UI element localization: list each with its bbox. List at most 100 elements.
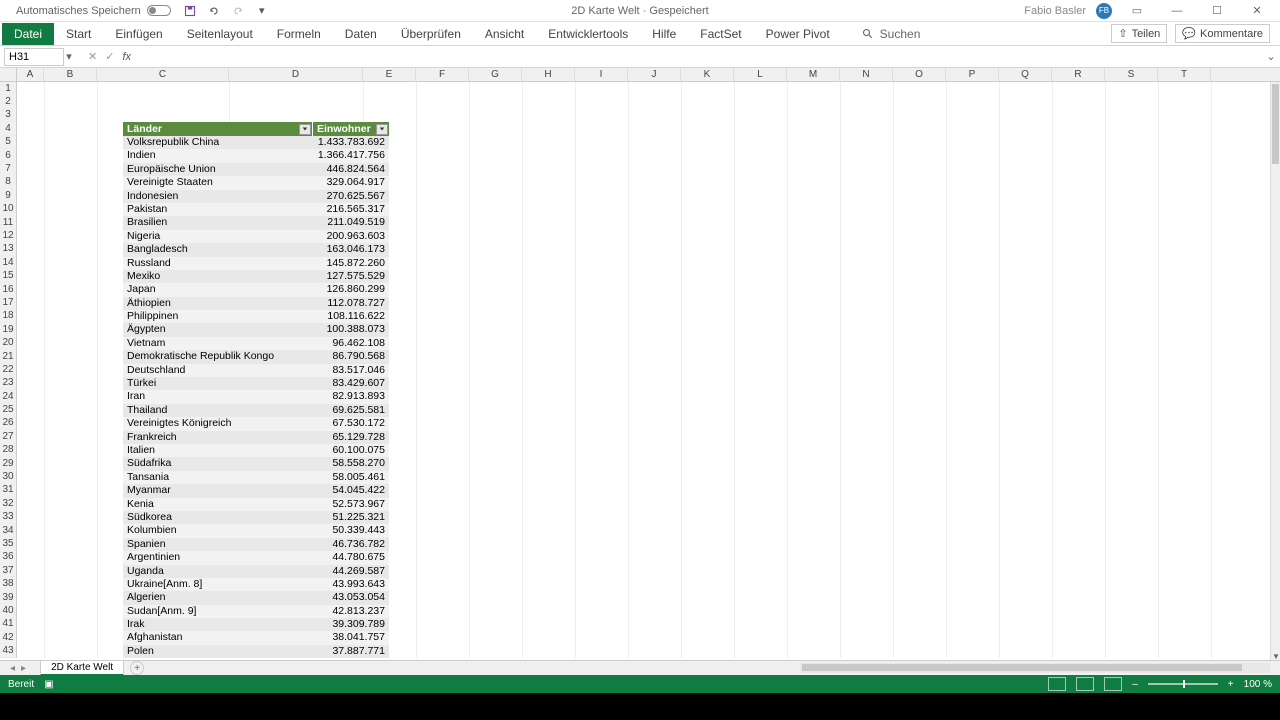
cell-country[interactable]: Frankreich	[123, 431, 313, 444]
row-header-27[interactable]: 27	[0, 430, 17, 443]
cell-population[interactable]: 43.053.054	[313, 591, 389, 604]
cell-population[interactable]: 100.388.073	[313, 323, 389, 336]
sheet-next-icon[interactable]: ▸	[21, 663, 26, 674]
cell-population[interactable]: 83.517.046	[313, 364, 389, 377]
row-header-6[interactable]: 6	[0, 149, 17, 162]
cell-country[interactable]: Europäische Union	[123, 163, 313, 176]
table-row[interactable]: Vereinigtes Königreich67.530.172	[123, 417, 389, 430]
column-header-N[interactable]: N	[840, 68, 893, 81]
cell-population[interactable]: 112.078.727	[313, 297, 389, 310]
column-header-K[interactable]: K	[681, 68, 734, 81]
table-row[interactable]: Kenia52.573.967	[123, 498, 389, 511]
cell-country[interactable]: Polen	[123, 645, 313, 658]
table-row[interactable]: Kolumbien50.339.443	[123, 524, 389, 537]
cancel-formula-icon[interactable]: ✕	[88, 50, 97, 63]
table-row[interactable]: Brasilien211.049.519	[123, 216, 389, 229]
qat-customize-icon[interactable]: ▾	[255, 4, 269, 18]
table-row[interactable]: Frankreich65.129.728	[123, 431, 389, 444]
cell-country[interactable]: Kenia	[123, 498, 313, 511]
table-row[interactable]: Algerien43.053.054	[123, 591, 389, 604]
accept-formula-icon[interactable]: ✓	[105, 50, 114, 63]
table-row[interactable]: Europäische Union446.824.564	[123, 163, 389, 176]
comments-button[interactable]: 💬Kommentare	[1175, 24, 1270, 43]
column-header-I[interactable]: I	[575, 68, 628, 81]
table-row[interactable]: Argentinien44.780.675	[123, 551, 389, 564]
fx-label[interactable]: fx	[122, 51, 131, 63]
zoom-level[interactable]: 100 %	[1244, 679, 1272, 690]
row-header-32[interactable]: 32	[0, 497, 17, 510]
row-header-20[interactable]: 20	[0, 336, 17, 349]
cell-country[interactable]: Vereinigtes Königreich	[123, 417, 313, 430]
tab-einfügen[interactable]: Einfügen	[103, 23, 174, 45]
cell-population[interactable]: 69.625.581	[313, 404, 389, 417]
column-header-P[interactable]: P	[946, 68, 999, 81]
column-header-M[interactable]: M	[787, 68, 840, 81]
table-row[interactable]: Sudan[Anm. 9]42.813.237	[123, 605, 389, 618]
normal-view-button[interactable]	[1048, 677, 1066, 691]
row-header-31[interactable]: 31	[0, 484, 17, 497]
table-row[interactable]: Südkorea51.225.321	[123, 511, 389, 524]
vertical-scrollbar[interactable]: ▲ ▼	[1270, 82, 1280, 660]
cell-population[interactable]: 50.339.443	[313, 524, 389, 537]
row-header-36[interactable]: 36	[0, 551, 17, 564]
cell-population[interactable]: 67.530.172	[313, 417, 389, 430]
column-header-T[interactable]: T	[1158, 68, 1211, 81]
cell-country[interactable]: Italien	[123, 444, 313, 457]
cell-country[interactable]: Sudan[Anm. 9]	[123, 605, 313, 618]
cell-country[interactable]: Mexiko	[123, 270, 313, 283]
column-header-F[interactable]: F	[416, 68, 469, 81]
cell-country[interactable]: Spanien	[123, 538, 313, 551]
cell-population[interactable]: 163.046.173	[313, 243, 389, 256]
table-row[interactable]: Uganda44.269.587	[123, 565, 389, 578]
row-header-2[interactable]: 2	[0, 95, 17, 108]
cell-country[interactable]: Afghanistan	[123, 631, 313, 644]
cell-population[interactable]: 82.913.893	[313, 390, 389, 403]
horizontal-scroll-thumb[interactable]	[802, 664, 1242, 671]
table-row[interactable]: Japan126.860.299	[123, 283, 389, 296]
cell-population[interactable]: 58.005.461	[313, 471, 389, 484]
cell-population[interactable]: 37.887.771	[313, 645, 389, 658]
table-row[interactable]: Bangladesch163.046.173	[123, 243, 389, 256]
cell-country[interactable]: Iran	[123, 390, 313, 403]
table-row[interactable]: Italien60.100.075	[123, 444, 389, 457]
cell-country[interactable]: Ägypten	[123, 323, 313, 336]
table-row[interactable]: Myanmar54.045.422	[123, 484, 389, 497]
cell-country[interactable]: Philippinen	[123, 310, 313, 323]
row-header-19[interactable]: 19	[0, 323, 17, 336]
row-header-24[interactable]: 24	[0, 390, 17, 403]
grid[interactable]: 1234567891011121314151617181920212223242…	[0, 82, 1270, 660]
row-header-22[interactable]: 22	[0, 363, 17, 376]
tab-daten[interactable]: Daten	[333, 23, 389, 45]
cell-population[interactable]: 329.064.917	[313, 176, 389, 189]
row-header-35[interactable]: 35	[0, 537, 17, 550]
cell-population[interactable]: 200.963.603	[313, 230, 389, 243]
tab-power pivot[interactable]: Power Pivot	[754, 23, 842, 45]
zoom-in-button[interactable]: +	[1228, 679, 1234, 690]
row-header-25[interactable]: 25	[0, 403, 17, 416]
table-row[interactable]: Deutschland83.517.046	[123, 364, 389, 377]
select-all-corner[interactable]	[0, 68, 17, 81]
cell-population[interactable]: 44.780.675	[313, 551, 389, 564]
tab-entwicklertools[interactable]: Entwicklertools	[536, 23, 640, 45]
sheet-tab-active[interactable]: 2D Karte Welt	[40, 660, 124, 676]
column-header-Q[interactable]: Q	[999, 68, 1052, 81]
name-box[interactable]: H31	[4, 48, 64, 66]
cell-population[interactable]: 145.872.260	[313, 257, 389, 270]
row-header-26[interactable]: 26	[0, 417, 17, 430]
page-break-view-button[interactable]	[1104, 677, 1122, 691]
cell-country[interactable]: Russland	[123, 257, 313, 270]
column-header-S[interactable]: S	[1105, 68, 1158, 81]
row-header-34[interactable]: 34	[0, 524, 17, 537]
table-row[interactable]: Russland145.872.260	[123, 257, 389, 270]
filter-country-button[interactable]	[299, 124, 311, 135]
row-header-33[interactable]: 33	[0, 511, 17, 524]
row-header-17[interactable]: 17	[0, 296, 17, 309]
sheet-prev-icon[interactable]: ◂	[10, 663, 15, 674]
cell-country[interactable]: Japan	[123, 283, 313, 296]
cell-country[interactable]: Südkorea	[123, 511, 313, 524]
cell-country[interactable]: Nigeria	[123, 230, 313, 243]
formula-input[interactable]	[135, 48, 1264, 66]
cell-country[interactable]: Brasilien	[123, 216, 313, 229]
row-header-40[interactable]: 40	[0, 604, 17, 617]
cell-country[interactable]: Ukraine[Anm. 8]	[123, 578, 313, 591]
